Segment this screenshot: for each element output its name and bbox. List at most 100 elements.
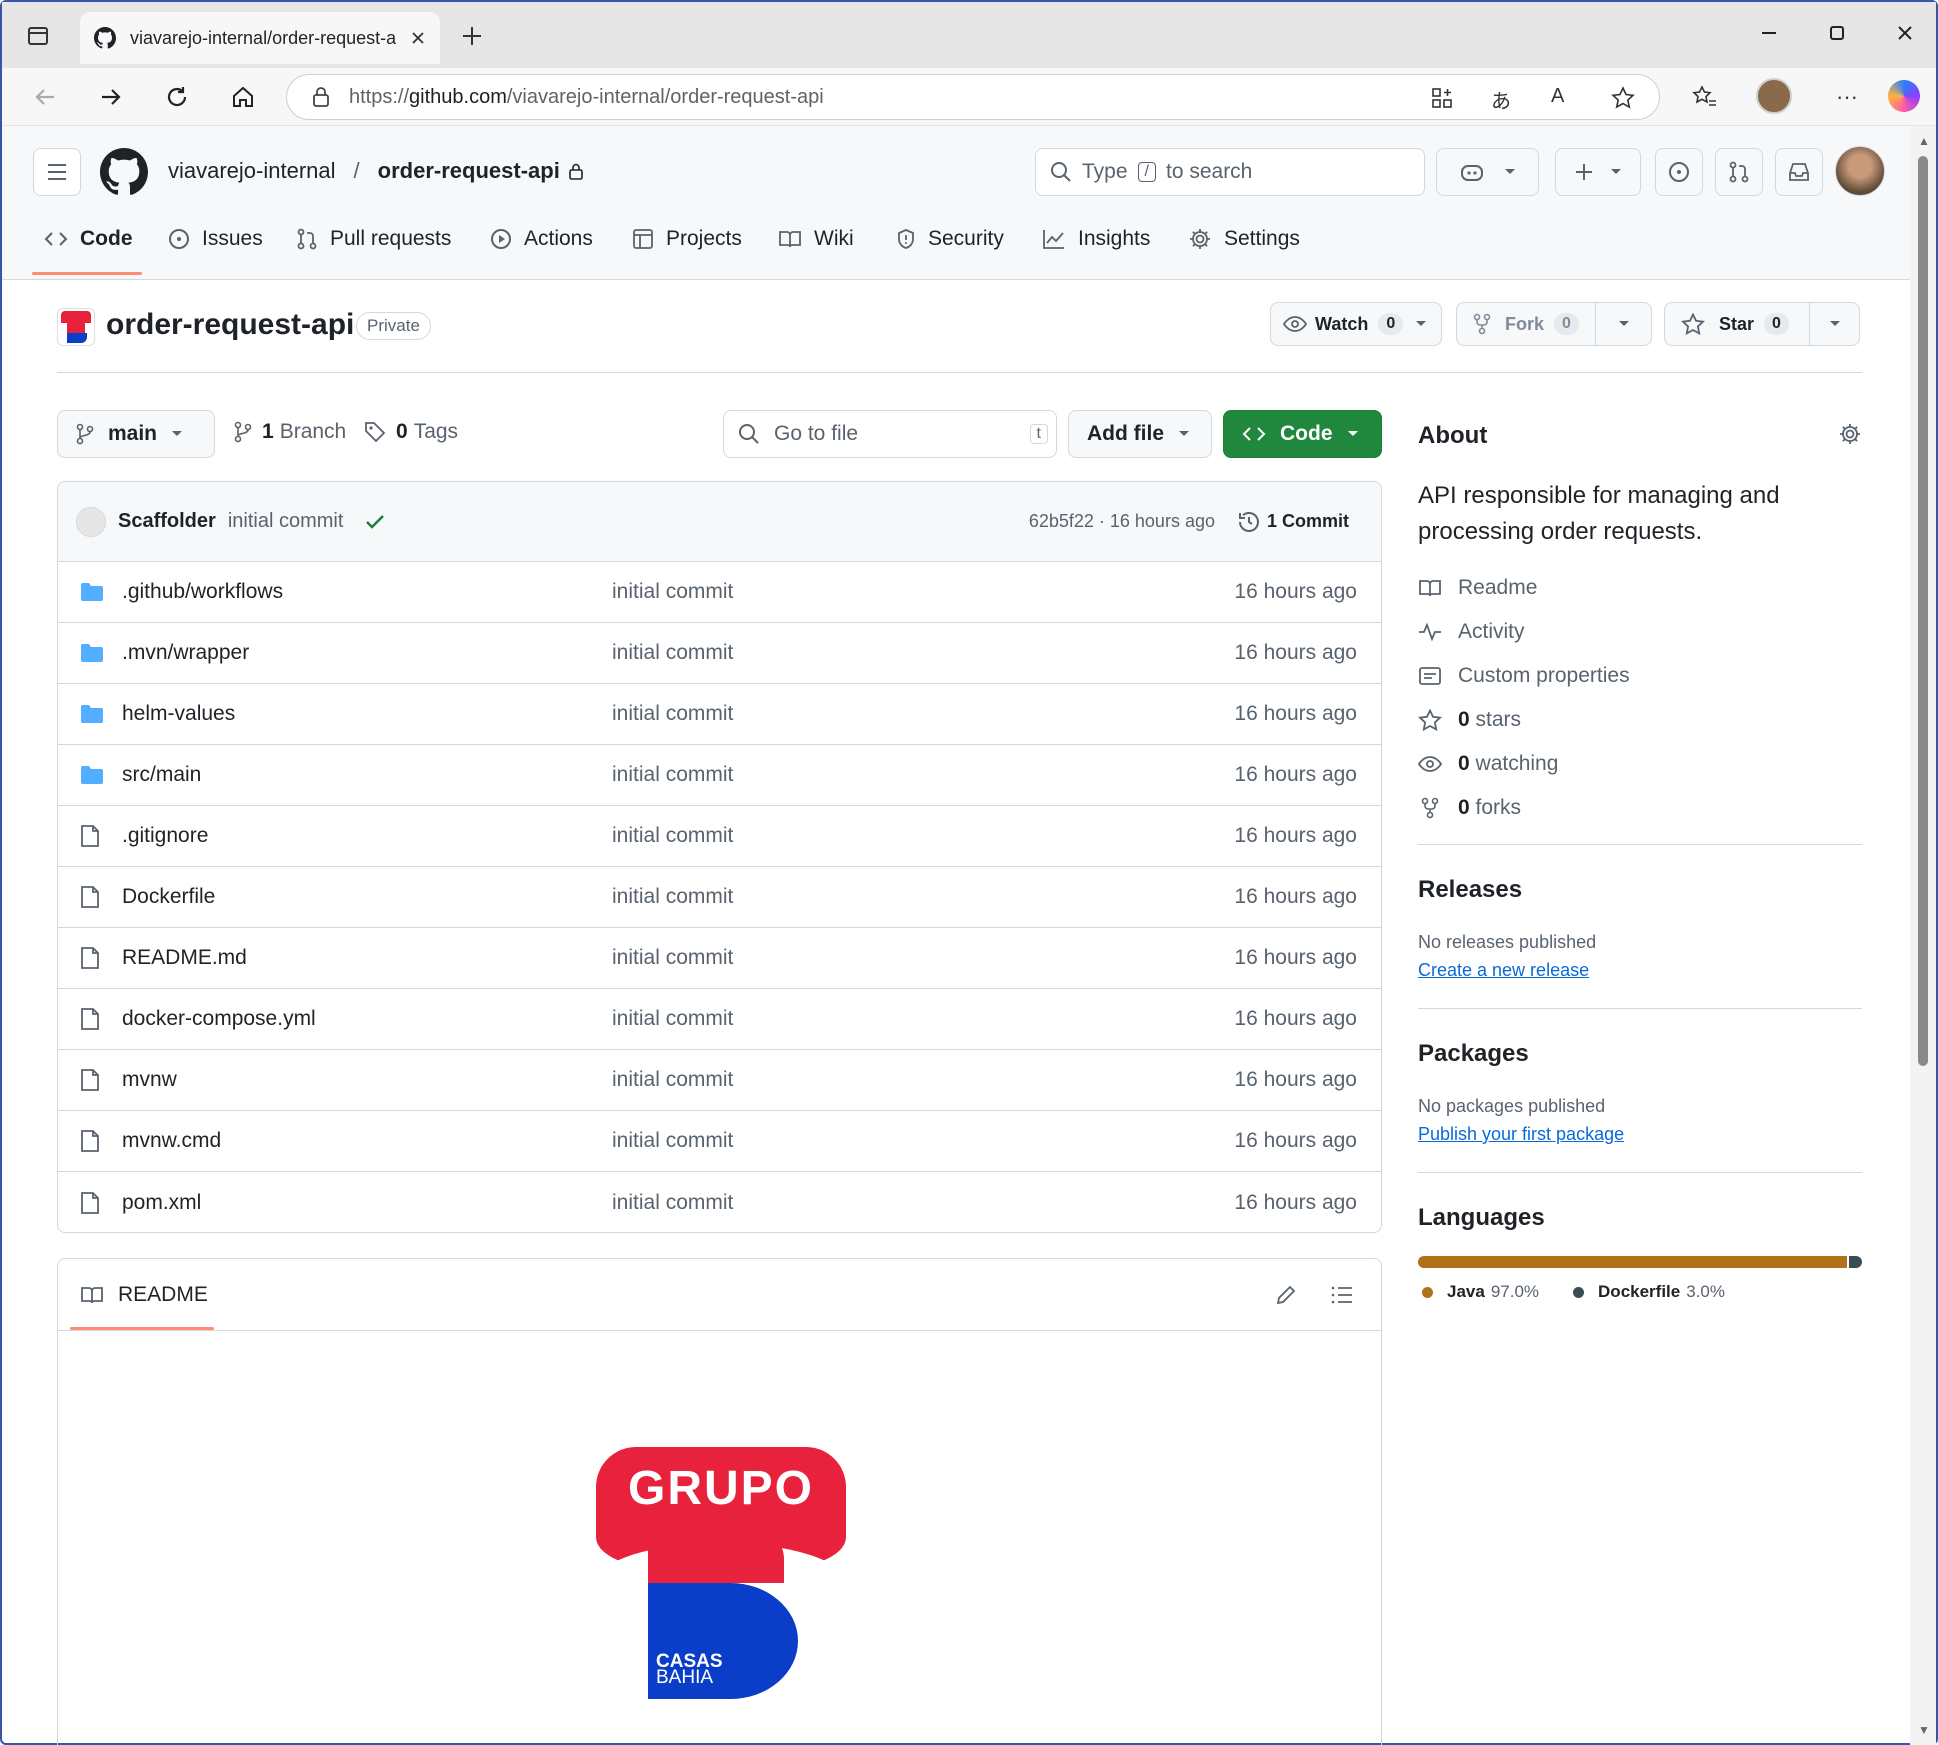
hamburger-menu-button[interactable] [33,148,81,196]
table-row[interactable]: README.md initial commit 16 hours ago [58,928,1381,989]
reload-icon[interactable] [162,82,192,112]
github-logo-icon[interactable] [100,148,148,196]
file-commit-message[interactable]: initial commit [612,1007,733,1031]
readme-tab[interactable]: README [80,1283,208,1307]
table-row[interactable]: src/main initial commit 16 hours ago [58,745,1381,806]
table-row[interactable]: Dockerfile initial commit 16 hours ago [58,867,1381,928]
commit-message[interactable]: initial commit [228,510,344,533]
sidebar-toggle-icon[interactable] [24,22,52,50]
inbox-button[interactable] [1775,148,1823,196]
code-download-button[interactable]: Code [1223,410,1382,458]
file-commit-message[interactable]: initial commit [612,885,733,909]
scrollbar-thumb[interactable] [1918,156,1928,1066]
maximize-icon[interactable] [1822,18,1852,48]
file-commit-message[interactable]: initial commit [612,1129,733,1153]
tab-projects[interactable]: Projects [632,214,742,264]
file-commit-message[interactable]: initial commit [612,1191,733,1215]
issues-button[interactable] [1655,148,1703,196]
branch-selector[interactable]: main [57,410,215,458]
table-row[interactable]: mvnw.cmd initial commit 16 hours ago [58,1111,1381,1172]
favorite-star-icon[interactable] [1611,86,1635,110]
watching-link[interactable]: 0 watching [1418,752,1558,776]
new-tab-icon[interactable] [458,22,486,50]
owner-link[interactable]: viavarejo-internal [168,158,336,184]
commit-author[interactable]: Scaffolder [118,510,216,533]
table-row[interactable]: helm-values initial commit 16 hours ago [58,684,1381,745]
forward-icon[interactable] [96,82,126,112]
language-bar-segment[interactable] [1418,1256,1847,1268]
read-aloud-icon[interactable]: A [1551,85,1564,108]
commit-sha-time[interactable]: 62b5f22 · 16 hours ago [1029,511,1215,532]
table-row[interactable]: docker-compose.yml initial commit 16 hours… [58,989,1381,1050]
add-file-button[interactable]: Add file [1068,410,1212,458]
browser-tab[interactable]: viavarejo-internal/order-request-a [80,12,440,64]
file-name-link[interactable]: mvnw.cmd [122,1129,221,1153]
language-legend-item[interactable]: Dockerfile 3.0% [1573,1282,1725,1302]
about-settings-gear-icon[interactable] [1838,422,1862,446]
file-commit-message[interactable]: initial commit [612,641,733,665]
packages-heading[interactable]: Packages [1418,1040,1529,1068]
stars-link[interactable]: 0 stars [1418,708,1521,732]
file-name-link[interactable]: Dockerfile [122,885,215,909]
more-menu-icon[interactable]: ··· [1830,82,1864,112]
close-tab-icon[interactable] [410,30,426,46]
table-row[interactable]: .gitignore initial commit 16 hours ago [58,806,1381,867]
language-bar-segment[interactable] [1848,1256,1862,1268]
file-name-link[interactable]: helm-values [122,702,235,726]
tab-wiki[interactable]: Wiki [778,214,854,264]
tab-pull-requests[interactable]: Pull requests [296,214,451,264]
scroll-down-icon[interactable]: ▼ [1918,1723,1930,1737]
edit-pencil-icon[interactable] [1274,1283,1298,1307]
scroll-up-icon[interactable]: ▲ [1918,134,1930,148]
star-dropdown-icon[interactable] [1809,303,1859,345]
star-button[interactable]: Star 0 [1664,302,1860,346]
address-bar[interactable]: https://github.com/viavarejo-internal/or… [286,74,1660,120]
forks-link[interactable]: 0 forks [1418,796,1521,820]
publish-package-link[interactable]: Publish your first package [1418,1124,1624,1145]
tab-security[interactable]: Security [896,214,1004,264]
file-name-link[interactable]: src/main [122,763,201,787]
file-name-link[interactable]: .github/workflows [122,580,283,604]
create-new-button[interactable] [1555,148,1641,196]
window-close-icon[interactable] [1890,18,1920,48]
file-commit-message[interactable]: initial commit [612,702,733,726]
file-name-link[interactable]: mvnw [122,1068,177,1092]
tab-insights[interactable]: Insights [1042,214,1150,264]
search-input[interactable]: Type / to search [1035,148,1425,196]
copilot-dropdown-icon[interactable] [1504,168,1516,176]
language-legend-item[interactable]: Java 97.0% [1422,1282,1539,1302]
app-available-icon[interactable] [1431,87,1453,109]
outline-list-icon[interactable] [1330,1283,1354,1307]
tab-settings[interactable]: Settings [1188,214,1300,264]
file-name-link[interactable]: .mvn/wrapper [122,641,249,665]
tab-issues[interactable]: Issues [168,214,263,264]
file-name-link[interactable]: README.md [122,946,247,970]
translate-icon[interactable]: あ [1491,85,1511,114]
create-release-link[interactable]: Create a new release [1418,960,1589,981]
file-commit-message[interactable]: initial commit [612,1068,733,1092]
fork-button[interactable]: Fork 0 [1456,302,1652,346]
fork-dropdown-icon[interactable] [1595,303,1651,345]
file-name-link[interactable]: .gitignore [122,824,208,848]
user-avatar[interactable] [1835,146,1885,196]
check-icon[interactable] [365,514,385,530]
home-icon[interactable] [228,82,258,112]
watch-dropdown-icon[interactable] [1415,320,1427,328]
releases-heading[interactable]: Releases [1418,876,1522,904]
file-name-link[interactable]: docker-compose.yml [122,1007,316,1031]
pull-requests-button[interactable] [1715,148,1763,196]
copilot-icon[interactable] [1888,80,1920,112]
repo-link[interactable]: order-request-api [378,158,560,184]
commit-author-avatar[interactable] [76,506,106,537]
back-icon[interactable] [30,82,60,112]
file-commit-message[interactable]: initial commit [612,824,733,848]
favorites-icon[interactable] [1690,82,1720,112]
file-commit-message[interactable]: initial commit [612,946,733,970]
table-row[interactable]: .github/workflows initial commit 16 hours … [58,562,1381,623]
browser-profile-avatar[interactable] [1756,78,1792,114]
tab-actions[interactable]: Actions [490,214,593,264]
repo-title[interactable]: order-request-api [106,308,354,342]
table-row[interactable]: mvnw initial commit 16 hours ago [58,1050,1381,1111]
custom-properties-link[interactable]: Custom properties [1418,664,1630,688]
activity-link[interactable]: Activity [1418,620,1525,644]
